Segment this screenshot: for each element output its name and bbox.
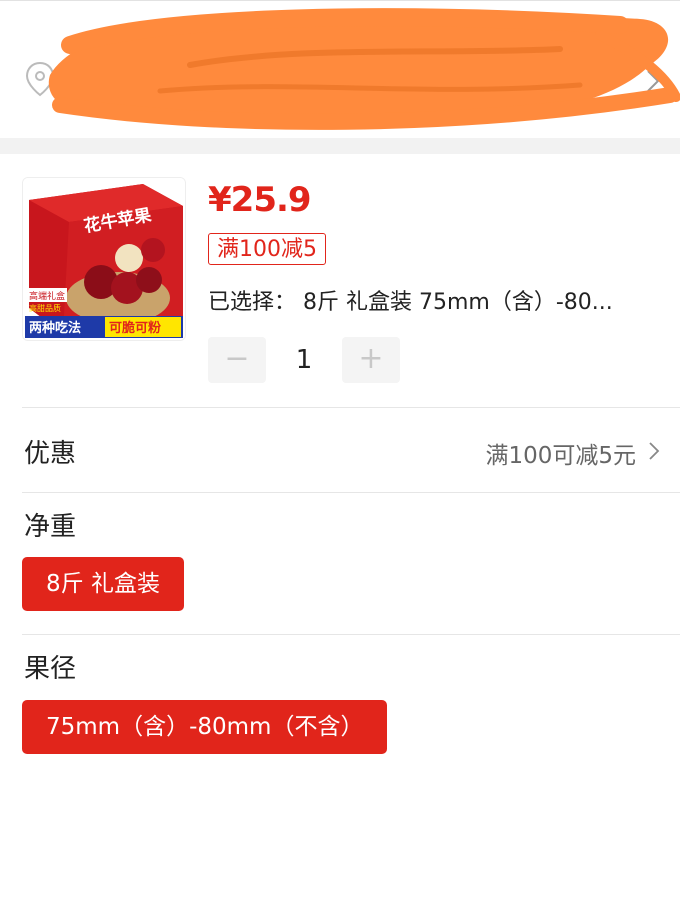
- spec-size-option-selected[interactable]: 75mm（含）-80mm（不含）: [22, 700, 388, 754]
- promo-tag: 满100减5: [208, 233, 326, 265]
- spec-weight-option-selected[interactable]: 8斤 礼盒装: [22, 557, 184, 611]
- discount-label: 优惠: [24, 439, 77, 469]
- banner-left-text: 两种吃法: [29, 320, 81, 336]
- spec-size-title: 果径: [24, 654, 77, 684]
- spec-weight-title: 净重: [24, 512, 77, 542]
- quantity-value[interactable]: 1: [266, 337, 342, 383]
- selected-spec-summary: 已选择： 8斤 礼盒装 75mm（含）-80...: [208, 284, 658, 316]
- divider: [22, 407, 680, 408]
- discount-value: 满100可减5元: [485, 443, 636, 469]
- decrease-quantity-button[interactable]: −: [208, 337, 266, 383]
- chevron-right-icon: [649, 442, 660, 460]
- banner-right-text: 可脆可粉: [109, 320, 161, 336]
- divider: [22, 492, 680, 493]
- product-image[interactable]: 花牛苹果 高端礼盒 高甜品质 两种吃法 可脆可粉: [22, 177, 186, 341]
- badge-top-text: 高端礼盒: [29, 290, 65, 302]
- product-price: ¥25.9: [208, 180, 312, 220]
- divider: [22, 634, 680, 635]
- selected-label: 已选择：: [208, 290, 297, 315]
- badge-bottom-text: 高甜品质: [29, 303, 61, 313]
- redaction-scribble: [48, 8, 680, 130]
- increase-quantity-button[interactable]: +: [342, 337, 400, 383]
- address-card[interactable]: [0, 0, 680, 139]
- apple-gift-box-illustration: 花牛苹果 高端礼盒 高甜品质 两种吃法 可脆可粉: [23, 178, 185, 340]
- section-gap: [0, 138, 680, 154]
- selected-value: 8斤 礼盒装 75mm（含）-80...: [303, 290, 613, 315]
